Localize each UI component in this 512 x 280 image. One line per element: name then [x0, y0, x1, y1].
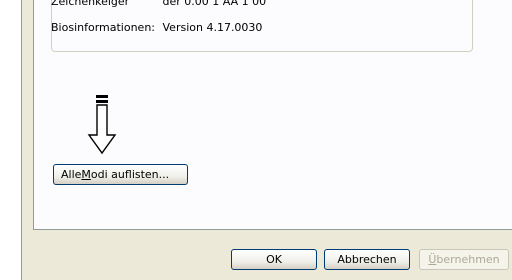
display-adapter-properties-dialog: Zeichenkeiger der 0.00 1 AA 1 00 Biosinf…: [21, 0, 512, 280]
adapter-info-row-partial: Zeichenkeiger der 0.00 1 AA 1 00: [51, 0, 266, 8]
cancel-button[interactable]: Abbrechen: [324, 249, 410, 270]
info-value: der 0.00 1 AA 1 00: [162, 0, 267, 8]
info-label: Zeichenkeiger: [51, 0, 130, 8]
ok-button[interactable]: OK: [231, 249, 317, 270]
list-modes-mnemonic: M: [81, 168, 91, 181]
apply-button[interactable]: Übernehmen: [419, 249, 509, 270]
apply-label-post: bernehmen: [436, 253, 500, 266]
bios-info-value: Version 4.17.0030: [162, 21, 263, 34]
apply-mnemonic: Ü: [428, 253, 437, 266]
bios-info-label: Biosinformationen:: [51, 21, 155, 34]
list-modes-label-pre: Alle: [61, 168, 82, 181]
down-arrow-icon: [87, 95, 117, 157]
adapter-tab-panel: Zeichenkeiger der 0.00 1 AA 1 00 Biosinf…: [33, 0, 512, 230]
list-all-modes-button[interactable]: Alle Modi auflisten...: [53, 164, 188, 185]
list-modes-label-post: odi auflisten...: [90, 168, 170, 181]
bios-info-row: Biosinformationen: Version 4.17.0030: [51, 21, 262, 34]
